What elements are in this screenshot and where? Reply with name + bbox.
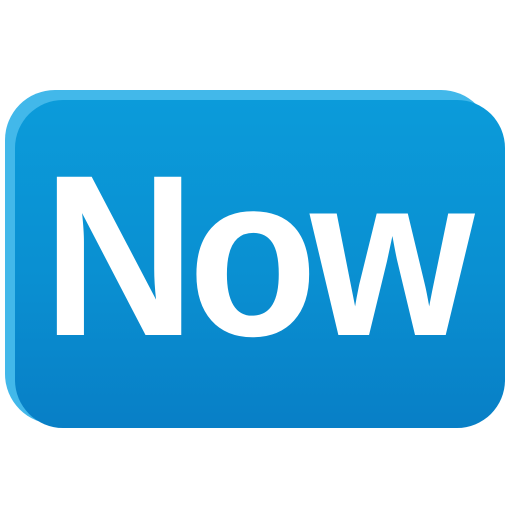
now-badge-icon: Now [5,90,505,428]
canvas: Now [0,0,512,512]
badge-label: Now [42,127,475,384]
